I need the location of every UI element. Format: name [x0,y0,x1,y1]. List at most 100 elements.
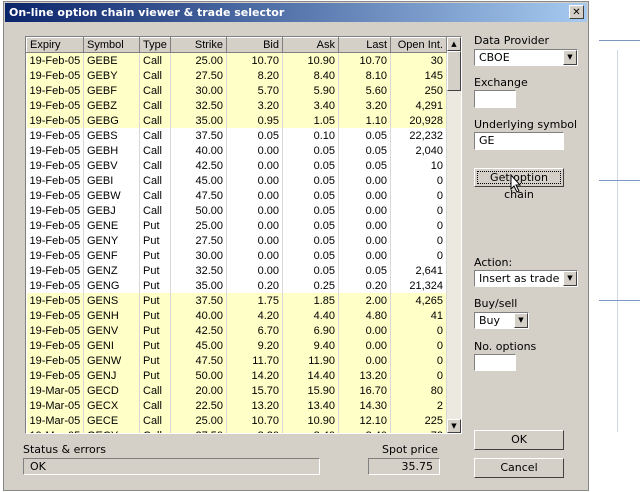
table-cell: 27.50 [170,68,227,83]
ok-button[interactable]: OK [474,430,564,450]
data-provider-select[interactable]: CBOE ▼ [474,49,578,66]
table-row[interactable]: 19-Feb-05 GENH Put 40.00 4.20 4.40 4.80 41 [26,308,447,323]
table-cell: Call [139,98,171,113]
num-options-field[interactable] [474,354,516,371]
column-header[interactable]: Ask [282,37,339,53]
table-row[interactable]: 19-Feb-05 GENZ Put 32.50 0.00 0.05 0.05 2,641 [26,263,447,278]
table-cell: 0 [390,203,447,218]
table-cell: 9.40 [282,338,339,353]
table-cell: GEBI [83,173,140,188]
table-row[interactable]: 19-Feb-05 GENV Put 42.50 6.70 6.90 0.00 0 [26,323,447,338]
column-header[interactable]: Type [139,37,171,53]
exchange-field[interactable] [474,90,516,108]
table-row[interactable]: 19-Feb-05 GEBS Call 37.50 0.05 0.10 0.05 22,232 [26,128,447,143]
table-cell: GECY [83,428,140,433]
table-cell: 13.20 [338,368,391,383]
table-row[interactable]: 19-Mar-05 GECD Call 20.00 15.70 15.90 16.70 80 [26,383,447,398]
table-cell: 10.70 [338,52,391,68]
table-cell: 42.50 [170,158,227,173]
table-row[interactable]: 19-Feb-05 GEBF Call 30.00 5.70 5.90 5.60 250 [26,83,447,98]
table-row[interactable]: 19-Mar-05GECYCall27.508.208.408.4072 [26,428,447,433]
column-header[interactable]: Expiry [26,37,84,53]
chevron-down-icon[interactable]: ▼ [514,313,528,328]
table-row[interactable]: 19-Mar-05 GECX Call 22.50 13.20 13.40 14.30 2 [26,398,447,413]
table-cell: Put [139,368,171,383]
table-cell: GENS [83,293,140,308]
chevron-down-icon[interactable]: ▼ [563,50,577,65]
chevron-down-icon[interactable]: ▼ [563,271,577,286]
column-header[interactable]: Strike [170,37,227,53]
table-cell: 19-Mar-05 [26,398,84,413]
table-row[interactable]: 19-Feb-05 GEBI Call 45.00 0.00 0.05 0.00 0 [26,173,447,188]
table-cell: Put [139,248,171,263]
table-row[interactable]: 19-Feb-05 GEBJ Call 50.00 0.00 0.05 0.00 0 [26,203,447,218]
table-row[interactable]: 19-Feb-05 GEBY Call 27.50 8.20 8.40 8.10 145 [26,68,447,83]
table-cell: 145 [390,68,447,83]
table-cell: 40.00 [170,143,227,158]
table-cell: 30.00 [170,248,227,263]
column-header[interactable]: Bid [226,37,283,53]
table-cell: 20.00 [170,383,227,398]
table-cell: 19-Feb-05 [26,353,84,368]
table-cell: 37.50 [170,128,227,143]
buy-sell-select[interactable]: Buy ▼ [474,312,529,329]
background-gridline [599,40,640,41]
vertical-scrollbar[interactable]: ▲ ▼ [447,37,461,433]
table-row[interactable]: 19-Feb-05 GENE Put 25.00 0.00 0.05 0.00 0 [26,218,447,233]
action-select[interactable]: Insert as trade 1 ▼ [474,270,578,287]
table-row[interactable]: 19-Feb-05 GEBG Call 35.00 0.95 1.05 1.10 20,928 [26,113,447,128]
table-row[interactable]: 19-Feb-05 GENJ Put 50.00 14.20 14.40 13.20 0 [26,368,447,383]
spot-price-field: 35.75 [368,458,440,475]
table-row[interactable]: 19-Feb-05 GENG Put 35.00 0.20 0.25 0.20 21,324 [26,278,447,293]
table-cell: 1.10 [338,113,391,128]
table-cell: 14.30 [338,398,391,413]
table-row[interactable]: 19-Feb-05 GEBW Call 47.50 0.00 0.05 0.00 0 [26,188,447,203]
table-cell: 4,265 [390,293,447,308]
title-bar: On-line option chain viewer & trade sele… [5,3,587,22]
table-cell: 0 [390,323,447,338]
table-cell: 5.70 [226,83,283,98]
underlying-symbol-field[interactable]: GE [474,132,564,150]
table-cell: 45.00 [170,338,227,353]
table-row[interactable]: 19-Feb-05 GEBE Call 25.00 10.70 10.90 10.70 30 [26,52,447,68]
table-cell: 11.70 [226,353,283,368]
table-cell: Call [139,128,171,143]
table-cell: 0.00 [338,323,391,338]
table-cell: 5.60 [338,83,391,98]
column-header[interactable]: Symbol [83,37,140,53]
option-chain-list[interactable]: Expiry Symbol Type Strike Bid Ask Last Open Int… [25,36,462,434]
column-header[interactable]: Last [338,37,391,53]
table-cell: 13.20 [226,398,283,413]
table-row[interactable]: 19-Feb-05 GENI Put 45.00 9.20 9.40 0.00 0 [26,338,447,353]
data-provider-label: Data Provider [474,34,550,47]
table-cell: 0.00 [226,173,283,188]
table-cell: 0.05 [282,233,339,248]
table-cell: 0.05 [282,263,339,278]
table-row[interactable]: 19-Feb-05 GEBH Call 40.00 0.00 0.05 0.05 2,040 [26,143,447,158]
table-cell: 0.00 [226,203,283,218]
column-header[interactable]: Open Int. [390,37,447,53]
table-cell: 15.70 [226,383,283,398]
table-row[interactable]: 19-Feb-05 GEBZ Call 32.50 3.20 3.40 3.20 4,291 [26,98,447,113]
table-cell: 10 [390,158,447,173]
table-cell: 13.40 [282,398,339,413]
table-row[interactable]: 19-Feb-05 GENS Put 37.50 1.75 1.85 2.00 4,265 [26,293,447,308]
num-options-label: No. options [474,340,537,353]
scroll-down-button[interactable]: ▼ [447,419,461,433]
option-chain-dialog: On-line option chain viewer & trade sele… [3,1,589,491]
table-cell: 47.50 [170,188,227,203]
cancel-button[interactable]: Cancel [474,458,564,478]
table-row[interactable]: 19-Feb-05 GENW Put 47.50 11.70 11.90 0.00 0 [26,353,447,368]
table-row[interactable]: 19-Feb-05 GEBV Call 42.50 0.00 0.05 0.05 10 [26,158,447,173]
table-cell: Put [139,293,171,308]
scroll-thumb[interactable] [447,51,461,91]
close-button[interactable]: ✕ [569,5,584,19]
table-row[interactable]: 19-Mar-05 GECE Call 25.00 10.70 10.90 12.10 225 [26,413,447,428]
table-row[interactable]: 19-Feb-05 GENF Put 30.00 0.00 0.05 0.00 0 [26,248,447,263]
table-cell: GENH [83,308,140,323]
scroll-up-button[interactable]: ▲ [447,37,461,51]
table-cell: 6.90 [282,323,339,338]
table-cell: 50.00 [170,203,227,218]
table-row[interactable]: 19-Feb-05 GENY Put 27.50 0.00 0.05 0.00 0 [26,233,447,248]
table-cell: 2 [390,398,447,413]
